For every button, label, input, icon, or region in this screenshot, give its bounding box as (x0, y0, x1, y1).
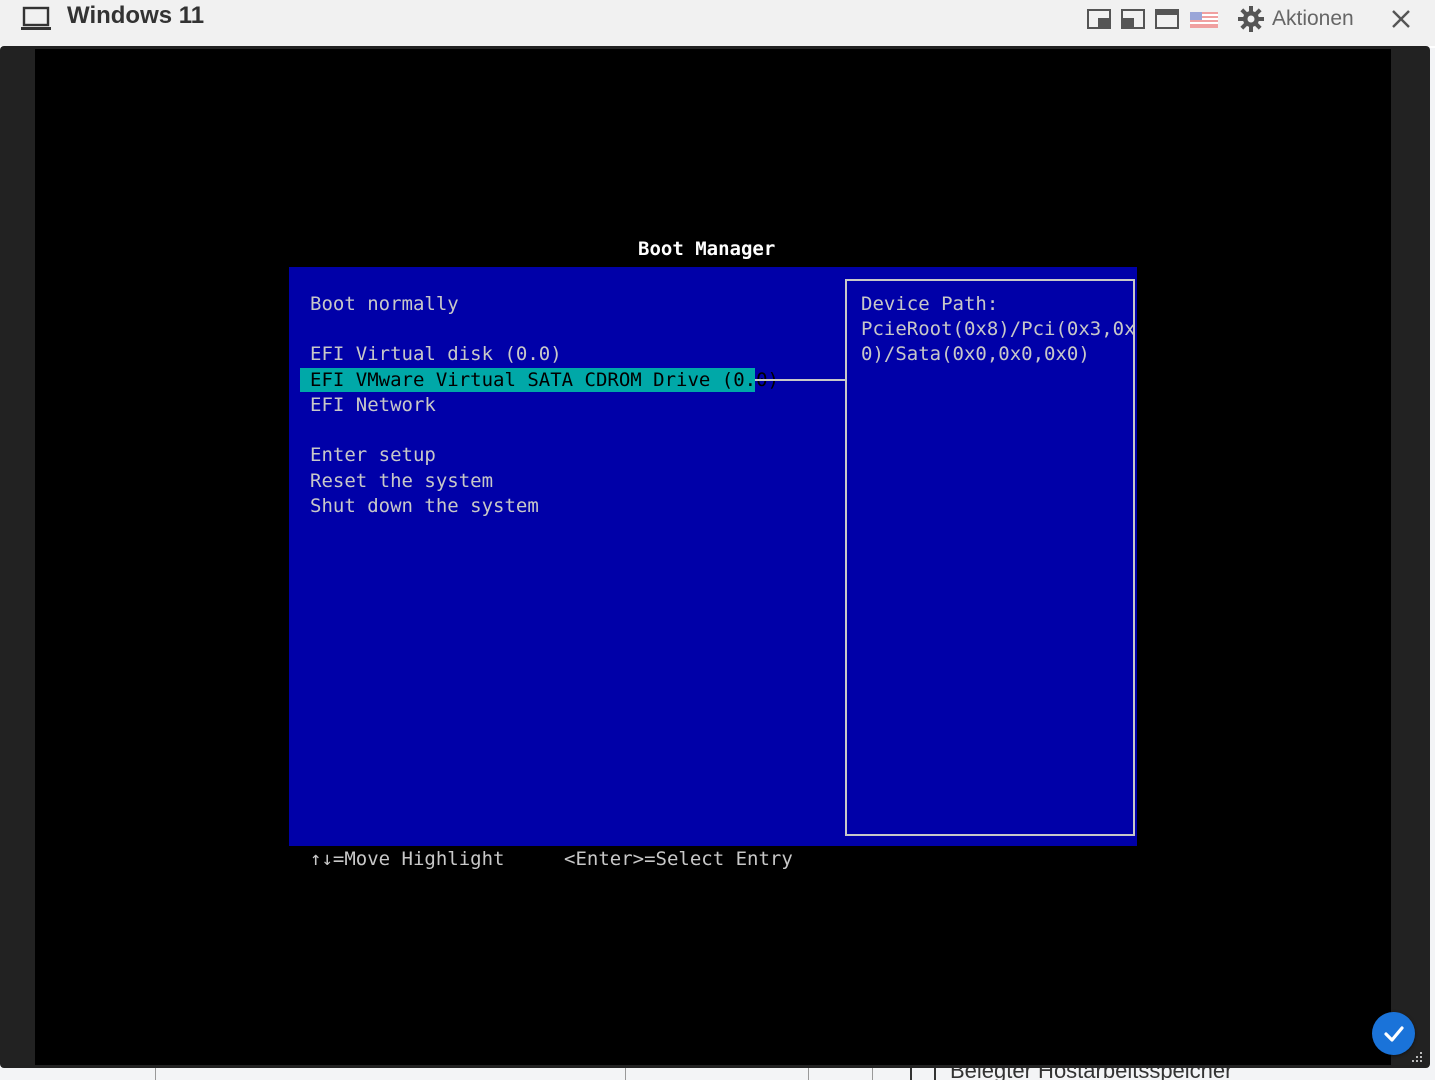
multi-monitor-icon[interactable] (1121, 8, 1145, 30)
close-icon[interactable] (1390, 8, 1412, 30)
resize-grip-icon[interactable] (1410, 1050, 1424, 1064)
checkmark-icon (1383, 1025, 1404, 1042)
background-app-strip: Belegter Hostarbeitsspeicher (0, 1066, 1435, 1080)
unity-mode-icon[interactable] (1087, 8, 1111, 30)
boot-item-efi-network[interactable]: EFI Network (310, 393, 436, 417)
memory-icon (910, 1066, 936, 1080)
device-path-line: 0)/Sata(0x0,0x0,0x0) (861, 343, 1090, 365)
us-flag-icon[interactable] (1190, 8, 1218, 30)
gear-icon (1238, 6, 1264, 32)
divider (625, 1066, 626, 1080)
device-path-line: PcieRoot(0x8)/Pci(0x3,0x (861, 318, 1136, 340)
hint-select-entry: <Enter>=Select Entry (564, 848, 793, 870)
selection-connector-line (755, 379, 845, 381)
confirm-button[interactable] (1372, 1012, 1415, 1055)
vm-title: Windows 11 (67, 2, 205, 29)
boot-item-efi-sata-cdrom[interactable]: EFI VMware Virtual SATA CDROM Drive (0.0… (300, 368, 779, 392)
fullscreen-icon[interactable] (1155, 8, 1179, 30)
hint-move-highlight: ↑↓=Move Highlight (310, 848, 505, 870)
device-path-heading: Device Path: (861, 293, 999, 315)
laptop-icon (21, 6, 51, 30)
divider (872, 1066, 873, 1080)
background-app-edge (1430, 48, 1435, 1068)
actions-menu-button[interactable]: Aktionen (1238, 2, 1354, 36)
actions-label: Aktionen (1272, 7, 1354, 30)
boot-item-boot-normally[interactable]: Boot normally (310, 292, 459, 316)
boot-item-enter-setup[interactable]: Enter setup (310, 443, 436, 467)
console-titlebar: Windows 11 Aktionen (0, 0, 1435, 46)
boot-item-efi-virtual-disk[interactable]: EFI Virtual disk (0.0) (310, 342, 562, 366)
boot-item-reset-system[interactable]: Reset the system (310, 469, 493, 493)
divider (808, 1066, 809, 1080)
boot-manager-title: Boot Manager (638, 238, 776, 260)
divider (155, 1066, 156, 1080)
host-memory-label: Belegter Hostarbeitsspeicher (950, 1066, 1233, 1080)
boot-item-shut-down[interactable]: Shut down the system (310, 494, 539, 518)
